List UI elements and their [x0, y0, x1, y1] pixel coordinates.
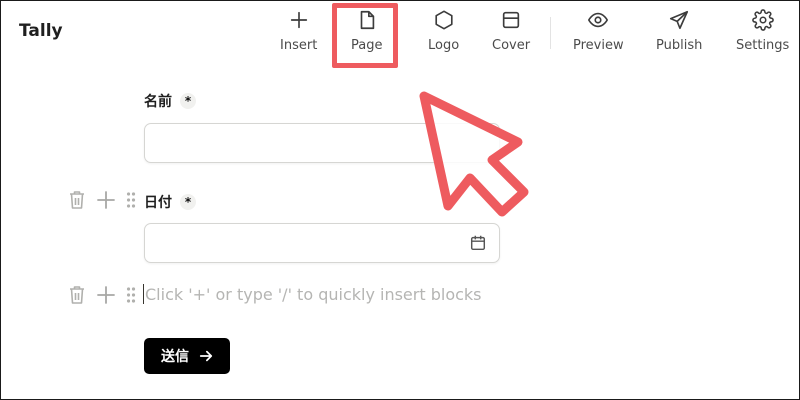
logo-button[interactable]: Logo — [428, 9, 459, 57]
block-tools — [68, 190, 136, 210]
insert-button[interactable]: Insert — [280, 9, 317, 57]
plus-icon — [290, 11, 307, 29]
trash-icon[interactable] — [68, 285, 86, 305]
name-field-label: 名前 * — [144, 91, 196, 111]
settings-label: Settings — [736, 38, 790, 53]
date-input[interactable] — [144, 223, 500, 263]
publish-button[interactable]: Publish — [656, 9, 702, 57]
drag-handle-icon[interactable] — [126, 286, 136, 304]
required-badge: * — [180, 93, 196, 109]
block-tools — [68, 285, 136, 305]
toolbar-divider — [550, 17, 551, 49]
top-toolbar: Tally Insert Page Logo Cover Preview Pub… — [1, 1, 799, 65]
insert-label: Insert — [280, 38, 318, 53]
cover-icon — [502, 11, 520, 29]
required-badge: * — [180, 194, 196, 210]
page-highlight-box — [332, 3, 398, 68]
plus-icon[interactable] — [96, 190, 116, 210]
preview-button[interactable]: Preview — [573, 9, 624, 57]
date-label-text: 日付 — [144, 195, 172, 211]
gear-icon — [751, 9, 774, 31]
name-label-text: 名前 — [144, 94, 172, 110]
plus-icon[interactable] — [96, 285, 116, 305]
cover-label: Cover — [492, 38, 531, 53]
publish-label: Publish — [656, 38, 703, 53]
settings-button[interactable]: Settings — [736, 9, 789, 57]
send-icon — [670, 10, 689, 30]
empty-block-placeholder: Click '+' or type '/' to quickly insert … — [145, 284, 482, 304]
empty-block-input[interactable]: Click '+' or type '/' to quickly insert … — [143, 283, 482, 305]
drag-handle-icon[interactable] — [126, 191, 136, 209]
cover-button[interactable]: Cover — [492, 9, 530, 57]
app-title: Tally — [19, 21, 63, 41]
preview-label: Preview — [573, 38, 624, 53]
date-field-label: 日付 * — [144, 192, 196, 212]
submit-button[interactable]: 送信 — [144, 338, 230, 374]
pointer-arrow-icon — [419, 91, 529, 217]
submit-label: 送信 — [161, 349, 189, 365]
trash-icon[interactable] — [68, 190, 86, 210]
eye-icon — [588, 12, 609, 28]
logo-label: Logo — [428, 38, 460, 53]
text-caret — [143, 284, 144, 304]
arrow-right-icon — [199, 350, 213, 362]
calendar-icon[interactable] — [469, 234, 487, 252]
hexagon-icon — [434, 10, 453, 30]
